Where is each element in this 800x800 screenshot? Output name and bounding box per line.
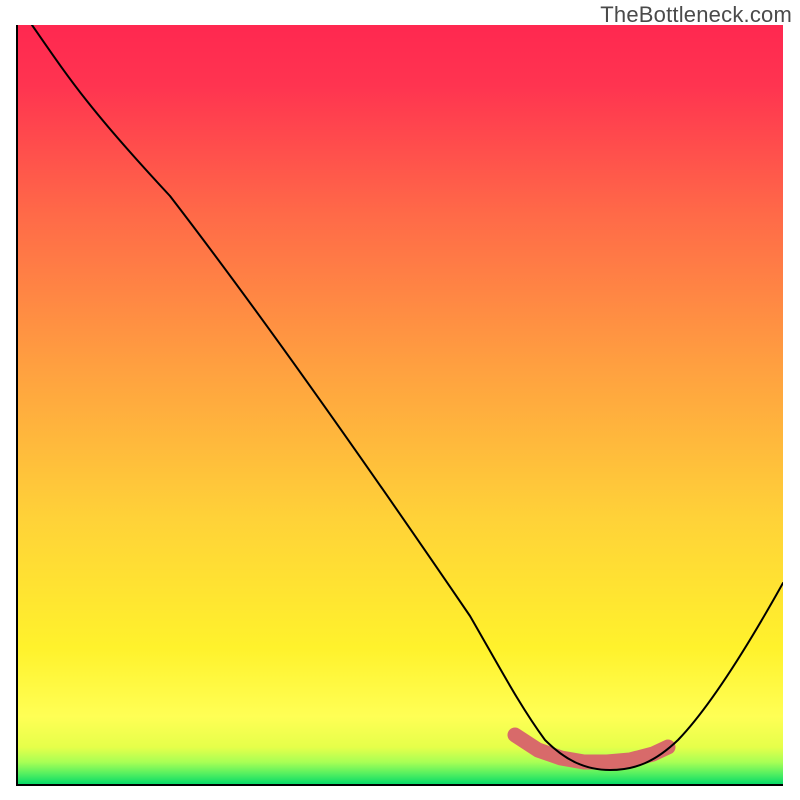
plot-background [17, 25, 783, 785]
watermark-text: TheBottleneck.com [600, 2, 792, 28]
chart-container: TheBottleneck.com [0, 0, 800, 800]
chart-svg [0, 0, 800, 800]
